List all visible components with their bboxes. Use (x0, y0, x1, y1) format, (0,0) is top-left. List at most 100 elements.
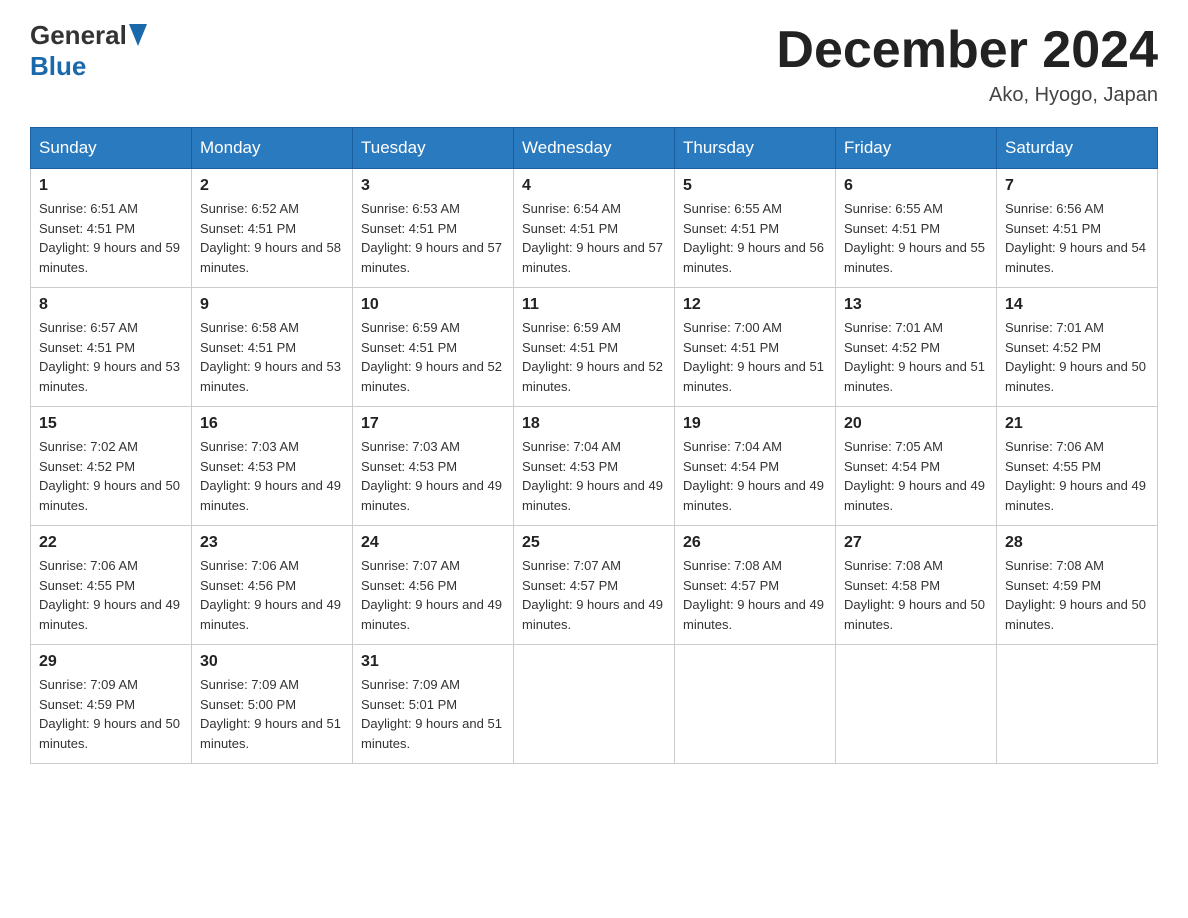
day-number: 15 (39, 415, 183, 433)
day-info: Sunrise: 6:51 AMSunset: 4:51 PMDaylight:… (39, 199, 183, 277)
day-info: Sunrise: 7:09 AMSunset: 4:59 PMDaylight:… (39, 675, 183, 753)
day-info: Sunrise: 6:59 AMSunset: 4:51 PMDaylight:… (522, 318, 666, 396)
calendar-cell: 2 Sunrise: 6:52 AMSunset: 4:51 PMDaylight… (192, 169, 353, 288)
calendar-cell: 3Sunrise: 6:53 AMSunset: 4:51 PMDaylight… (353, 169, 514, 288)
calendar-cell: 31 Sunrise: 7:09 AMSunset: 5:01 PMDayligh… (353, 645, 514, 764)
day-number: 24 (361, 534, 505, 552)
day-info: Sunrise: 6:57 AMSunset: 4:51 PMDaylight:… (39, 318, 183, 396)
calendar-cell: 8 Sunrise: 6:57 AMSunset: 4:51 PMDaylight… (31, 288, 192, 407)
calendar-cell: 4 Sunrise: 6:54 AMSunset: 4:51 PMDaylight… (514, 169, 675, 288)
weekday-header-wednesday: Wednesday (514, 128, 675, 169)
day-number: 20 (844, 415, 988, 433)
day-number: 1 (39, 177, 183, 195)
day-info: Sunrise: 6:55 AMSunset: 4:51 PMDaylight:… (844, 199, 988, 277)
day-number: 12 (683, 296, 827, 314)
calendar-cell: 28 Sunrise: 7:08 AMSunset: 4:59 PMDayligh… (997, 526, 1158, 645)
weekday-header-saturday: Saturday (997, 128, 1158, 169)
calendar-cell (836, 645, 997, 764)
calendar-cell: 23 Sunrise: 7:06 AMSunset: 4:56 PMDayligh… (192, 526, 353, 645)
day-number: 8 (39, 296, 183, 314)
title-block: December 2024 Ako, Hyogo, Japan (776, 20, 1158, 107)
weekday-header-sunday: Sunday (31, 128, 192, 169)
day-number: 17 (361, 415, 505, 433)
weekday-header-row: SundayMondayTuesdayWednesdayThursdayFrid… (31, 128, 1158, 169)
calendar-cell (997, 645, 1158, 764)
calendar-cell: 17 Sunrise: 7:03 AMSunset: 4:53 PMDayligh… (353, 407, 514, 526)
day-number: 9 (200, 296, 344, 314)
logo-general-text: General (30, 20, 127, 51)
weekday-header-thursday: Thursday (675, 128, 836, 169)
calendar-cell: 11 Sunrise: 6:59 AMSunset: 4:51 PMDayligh… (514, 288, 675, 407)
day-info: Sunrise: 7:09 AMSunset: 5:00 PMDaylight:… (200, 675, 344, 753)
day-info: Sunrise: 7:00 AMSunset: 4:51 PMDaylight:… (683, 318, 827, 396)
day-info: Sunrise: 7:04 AMSunset: 4:53 PMDaylight:… (522, 437, 666, 515)
day-info: Sunrise: 7:07 AMSunset: 4:57 PMDaylight:… (522, 556, 666, 634)
day-info: Sunrise: 7:01 AMSunset: 4:52 PMDaylight:… (1005, 318, 1149, 396)
calendar-cell: 20 Sunrise: 7:05 AMSunset: 4:54 PMDayligh… (836, 407, 997, 526)
logo: General Blue (30, 20, 147, 82)
calendar-cell: 10Sunrise: 6:59 AMSunset: 4:51 PMDayligh… (353, 288, 514, 407)
calendar-cell (514, 645, 675, 764)
day-info: Sunrise: 6:52 AMSunset: 4:51 PMDaylight:… (200, 199, 344, 277)
weekday-header-friday: Friday (836, 128, 997, 169)
day-info: Sunrise: 7:03 AMSunset: 4:53 PMDaylight:… (200, 437, 344, 515)
calendar-cell: 6Sunrise: 6:55 AMSunset: 4:51 PMDaylight… (836, 169, 997, 288)
day-number: 29 (39, 653, 183, 671)
calendar-cell: 14Sunrise: 7:01 AMSunset: 4:52 PMDayligh… (997, 288, 1158, 407)
day-info: Sunrise: 7:08 AMSunset: 4:58 PMDaylight:… (844, 556, 988, 634)
calendar-cell: 15 Sunrise: 7:02 AMSunset: 4:52 PMDayligh… (31, 407, 192, 526)
weekday-header-monday: Monday (192, 128, 353, 169)
day-info: Sunrise: 7:09 AMSunset: 5:01 PMDaylight:… (361, 675, 505, 753)
day-info: Sunrise: 7:06 AMSunset: 4:55 PMDaylight:… (39, 556, 183, 634)
day-number: 5 (683, 177, 827, 195)
day-info: Sunrise: 6:58 AMSunset: 4:51 PMDaylight:… (200, 318, 344, 396)
day-number: 7 (1005, 177, 1149, 195)
day-info: Sunrise: 6:55 AMSunset: 4:51 PMDaylight:… (683, 199, 827, 277)
calendar-cell: 29 Sunrise: 7:09 AMSunset: 4:59 PMDayligh… (31, 645, 192, 764)
calendar-week-row: 8 Sunrise: 6:57 AMSunset: 4:51 PMDaylight… (31, 288, 1158, 407)
day-info: Sunrise: 7:01 AMSunset: 4:52 PMDaylight:… (844, 318, 988, 396)
day-number: 27 (844, 534, 988, 552)
day-number: 4 (522, 177, 666, 195)
calendar-week-row: 22 Sunrise: 7:06 AMSunset: 4:55 PMDayligh… (31, 526, 1158, 645)
day-info: Sunrise: 6:54 AMSunset: 4:51 PMDaylight:… (522, 199, 666, 277)
calendar-cell: 5 Sunrise: 6:55 AMSunset: 4:51 PMDaylight… (675, 169, 836, 288)
location: Ako, Hyogo, Japan (776, 84, 1158, 107)
day-info: Sunrise: 7:07 AMSunset: 4:56 PMDaylight:… (361, 556, 505, 634)
day-number: 16 (200, 415, 344, 433)
day-number: 28 (1005, 534, 1149, 552)
calendar-cell: 18Sunrise: 7:04 AMSunset: 4:53 PMDayligh… (514, 407, 675, 526)
logo-arrow-icon (129, 24, 147, 46)
day-number: 22 (39, 534, 183, 552)
calendar-cell: 1 Sunrise: 6:51 AMSunset: 4:51 PMDaylight… (31, 169, 192, 288)
day-info: Sunrise: 6:56 AMSunset: 4:51 PMDaylight:… (1005, 199, 1149, 277)
calendar-cell: 26Sunrise: 7:08 AMSunset: 4:57 PMDayligh… (675, 526, 836, 645)
calendar-week-row: 29 Sunrise: 7:09 AMSunset: 4:59 PMDayligh… (31, 645, 1158, 764)
day-info: Sunrise: 7:03 AMSunset: 4:53 PMDaylight:… (361, 437, 505, 515)
calendar-cell: 25Sunrise: 7:07 AMSunset: 4:57 PMDayligh… (514, 526, 675, 645)
day-number: 2 (200, 177, 344, 195)
calendar-table: SundayMondayTuesdayWednesdayThursdayFrid… (30, 127, 1158, 764)
calendar-cell: 22 Sunrise: 7:06 AMSunset: 4:55 PMDayligh… (31, 526, 192, 645)
day-number: 19 (683, 415, 827, 433)
day-info: Sunrise: 7:06 AMSunset: 4:56 PMDaylight:… (200, 556, 344, 634)
calendar-cell: 30Sunrise: 7:09 AMSunset: 5:00 PMDayligh… (192, 645, 353, 764)
calendar-cell: 24 Sunrise: 7:07 AMSunset: 4:56 PMDayligh… (353, 526, 514, 645)
day-info: Sunrise: 7:02 AMSunset: 4:52 PMDaylight:… (39, 437, 183, 515)
day-info: Sunrise: 6:53 AMSunset: 4:51 PMDaylight:… (361, 199, 505, 277)
day-info: Sunrise: 7:05 AMSunset: 4:54 PMDaylight:… (844, 437, 988, 515)
calendar-cell: 7 Sunrise: 6:56 AMSunset: 4:51 PMDaylight… (997, 169, 1158, 288)
calendar-cell: 9 Sunrise: 6:58 AMSunset: 4:51 PMDaylight… (192, 288, 353, 407)
day-info: Sunrise: 7:08 AMSunset: 4:59 PMDaylight:… (1005, 556, 1149, 634)
calendar-week-row: 15 Sunrise: 7:02 AMSunset: 4:52 PMDayligh… (31, 407, 1158, 526)
day-number: 31 (361, 653, 505, 671)
day-number: 10 (361, 296, 505, 314)
calendar-cell: 27 Sunrise: 7:08 AMSunset: 4:58 PMDayligh… (836, 526, 997, 645)
calendar-cell: 16 Sunrise: 7:03 AMSunset: 4:53 PMDayligh… (192, 407, 353, 526)
day-number: 23 (200, 534, 344, 552)
calendar-cell: 13Sunrise: 7:01 AMSunset: 4:52 PMDayligh… (836, 288, 997, 407)
day-number: 11 (522, 296, 666, 314)
logo-blue-text: Blue (30, 51, 86, 82)
calendar-cell: 19Sunrise: 7:04 AMSunset: 4:54 PMDayligh… (675, 407, 836, 526)
calendar-cell: 12 Sunrise: 7:00 AMSunset: 4:51 PMDayligh… (675, 288, 836, 407)
